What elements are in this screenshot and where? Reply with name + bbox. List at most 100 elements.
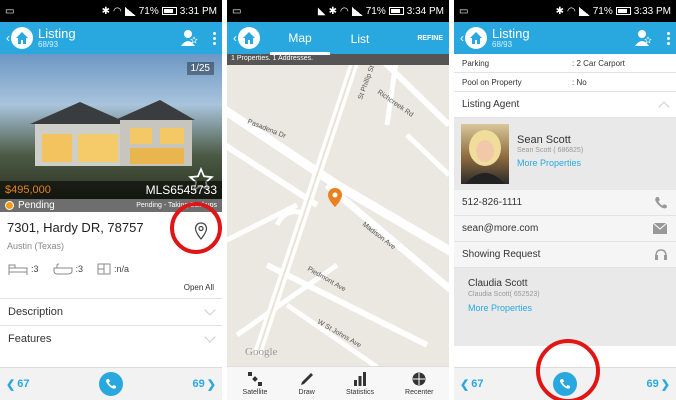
detail-value: : No — [572, 77, 587, 87]
recenter-button[interactable]: Recenter — [405, 371, 433, 396]
agent-screen: ▭ ✱ ◠ 71% 3:33 PM ‹ Listing 68/93 Parkin… — [454, 0, 676, 400]
map-view[interactable]: Pasadena Dr Richcreek Rd St Phillip St M… — [227, 65, 449, 367]
favorite-user-icon[interactable] — [633, 28, 653, 48]
street-label: Richcreek Rd — [376, 89, 415, 119]
more-properties-link[interactable]: More Properties — [468, 303, 662, 313]
street-map: Pasadena Dr Richcreek Rd St Phillip St M… — [227, 65, 449, 367]
tool-label: Statistics — [345, 389, 374, 396]
detail-value: : 2 Car Carport — [572, 58, 625, 68]
listing-price: $495,000 — [5, 184, 51, 196]
street-label: St Phillip St — [357, 65, 376, 101]
refine-button[interactable]: REFINE — [417, 35, 443, 42]
agent2-id: Claudia Scott( 652523) — [468, 291, 540, 298]
agent-email: sean@more.com — [462, 223, 539, 234]
tool-label: Satellite — [242, 389, 268, 396]
wifi-icon: ◠ — [340, 5, 349, 17]
page-title: Listing — [492, 26, 530, 41]
prev-index: 67 — [471, 378, 484, 390]
favorite-user-icon[interactable] — [179, 28, 199, 48]
house-image — [30, 100, 195, 166]
features-row: :3 :3 :n/a — [0, 253, 222, 275]
home-button[interactable] — [11, 27, 33, 49]
chevron-left-icon: ❮ — [460, 378, 470, 391]
agent-phone: 512-826-1111 — [462, 197, 523, 208]
clock: 3:31 PM — [179, 5, 217, 17]
signal-icon — [351, 6, 363, 16]
notification-icon: ▭ — [232, 5, 242, 17]
google-logo: Google — [245, 346, 278, 358]
detail-key: Parking — [462, 58, 490, 68]
description-section[interactable]: Description — [0, 298, 222, 325]
tab-list[interactable]: List — [330, 23, 390, 53]
status-bar: ▭ ✱ ◠ 71% 3:31 PM — [0, 0, 222, 22]
draw-button[interactable]: Draw — [299, 371, 315, 396]
agent2-name: Claudia Scott — [468, 278, 528, 289]
home-icon — [470, 32, 482, 44]
features-section[interactable]: Features — [0, 325, 222, 352]
chevron-down-icon — [204, 331, 216, 343]
call-button[interactable] — [99, 372, 123, 396]
back-chevron-icon[interactable]: ‹ — [460, 31, 464, 45]
chevron-left-icon: ❮ — [6, 378, 16, 391]
map-summary: 1 Properties. 1 Addresses. — [227, 54, 449, 65]
signal-icon — [578, 6, 590, 16]
location-icon: ◣ — [317, 5, 326, 17]
overflow-menu-icon[interactable] — [667, 31, 670, 45]
pencil-icon — [300, 373, 313, 385]
prev-listing-button[interactable]: ❮ 67 — [460, 378, 483, 391]
app-bar: ‹ Map List REFINE — [227, 22, 449, 55]
overflow-menu-icon[interactable] — [213, 31, 216, 45]
beds-value: :3 — [31, 264, 39, 274]
listing-agent-section[interactable]: Listing Agent — [454, 92, 676, 118]
email-row[interactable]: sean@more.com — [454, 216, 676, 242]
phone-icon — [655, 196, 667, 208]
status-bar: ▭ ✱ ◠ 71% 3:33 PM — [454, 0, 676, 22]
bluetooth-icon: ✱ — [555, 5, 564, 17]
clock: 3:34 PM — [406, 5, 444, 17]
envelope-icon — [652, 222, 668, 234]
listing-index: 68/93 — [38, 40, 59, 49]
more-properties-link[interactable]: More Properties — [517, 158, 583, 168]
bath-icon — [53, 263, 73, 275]
agent-name: Sean Scott — [517, 134, 571, 146]
agent-photo — [461, 124, 509, 184]
bed-icon — [8, 264, 28, 275]
detail-key: Pool on Property — [462, 77, 522, 87]
listing-photo[interactable]: 1/25 $495,000 MLS6545733 — [0, 54, 222, 199]
section-label: Description — [8, 306, 64, 318]
bluetooth-icon: ✱ — [101, 5, 110, 17]
tool-label: Recenter — [405, 389, 434, 396]
street-label: W St Johns Ave — [316, 319, 362, 350]
chevron-down-icon — [204, 304, 216, 316]
prev-listing-button[interactable]: ❮ 67 — [6, 378, 29, 391]
bottom-nav: ❮ 67 69 ❯ — [0, 367, 222, 400]
page-title: Listing — [38, 26, 76, 41]
headset-icon — [655, 248, 667, 260]
showing-request-row[interactable]: Showing Request — [454, 242, 676, 268]
agent-id: Sean Scott ( 686825) — [517, 147, 584, 154]
next-listing-button[interactable]: 69 ❯ — [193, 378, 216, 391]
phone-row[interactable]: 512-826-1111 — [454, 190, 676, 216]
status-bar: ▭ ◣ ✱ ◠ 71% 3:34 PM — [227, 0, 449, 22]
detail-row: Pool on Property : No — [454, 73, 676, 92]
agent-portrait-image — [465, 130, 505, 184]
highlight-circle — [536, 339, 600, 400]
statistics-button[interactable]: Statistics — [346, 371, 374, 396]
next-listing-button[interactable]: 69 ❯ — [647, 378, 670, 391]
property-marker-icon[interactable] — [328, 188, 342, 207]
home-button[interactable] — [465, 27, 487, 49]
home-button[interactable] — [238, 27, 260, 49]
bluetooth-icon: ✱ — [328, 5, 337, 17]
area-icon — [97, 263, 111, 275]
agent-card: Sean Scott Sean Scott ( 686825) More Pro… — [454, 118, 676, 190]
detail-row: Parking : 2 Car Carport — [454, 54, 676, 73]
open-all-link[interactable]: Open All — [0, 275, 222, 298]
showing-request-label: Showing Request — [462, 249, 541, 260]
app-bar: ‹ Listing 68/93 — [454, 22, 676, 54]
tab-map[interactable]: Map — [270, 22, 330, 55]
back-chevron-icon[interactable]: ‹ — [6, 31, 10, 45]
status-dot-icon — [5, 201, 14, 210]
back-chevron-icon[interactable]: ‹ — [233, 31, 237, 45]
satellite-button[interactable]: Satellite — [242, 371, 268, 396]
baths-value: :3 — [75, 264, 84, 274]
